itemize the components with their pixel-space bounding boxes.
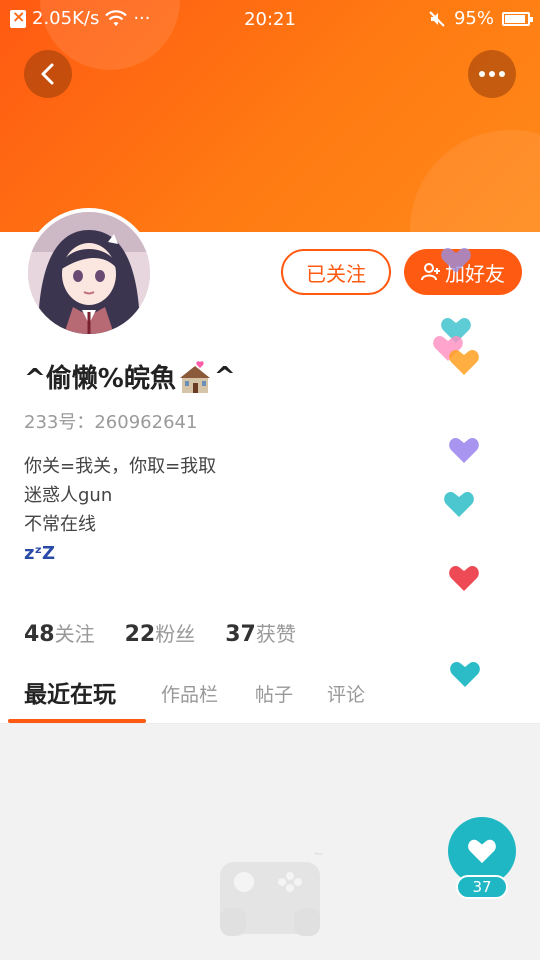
- status-bar: 2.05K/s ··· 20:21 95%: [0, 0, 540, 40]
- sleep-zzz: zᶻZ: [24, 543, 56, 564]
- bio-line: 不常在线: [24, 514, 96, 535]
- avatar-image: [28, 212, 150, 334]
- floating-heart-icon: [449, 566, 479, 591]
- back-button[interactable]: [24, 50, 72, 98]
- heart-icon: [468, 839, 496, 864]
- stat-label: 关注: [54, 622, 95, 646]
- username-text: ^偷懒%皖魚: [24, 364, 176, 394]
- followed-button[interactable]: 已关注: [281, 249, 391, 295]
- floating-heart-icon: [441, 248, 471, 273]
- floating-heart-icon: [444, 492, 474, 517]
- active-tab-indicator: [8, 719, 146, 723]
- tab-works[interactable]: 作品栏: [161, 680, 218, 707]
- floating-heart-icon: [449, 438, 479, 463]
- stat-likes[interactable]: 37获赞: [225, 618, 296, 647]
- battery-percent: 95%: [453, 8, 494, 29]
- like-count-badge: 37: [456, 875, 508, 899]
- username-suffix: ^: [213, 361, 236, 392]
- chevron-left-icon: [41, 63, 54, 85]
- add-user-icon: [421, 263, 440, 281]
- battery-icon: [502, 11, 533, 26]
- user-id: 233号：260962641: [24, 412, 198, 433]
- bio-line: 你关=我关，你取=我取: [24, 456, 217, 477]
- tab-posts[interactable]: 帖子: [255, 680, 293, 707]
- stat-following[interactable]: 48关注: [24, 618, 95, 647]
- stat-followers[interactable]: 22粉丝: [125, 618, 196, 647]
- tab-comments[interactable]: 评论: [327, 680, 365, 707]
- empty-state-gamepad-icon: [220, 852, 322, 936]
- church-emoji-icon: [179, 360, 210, 393]
- more-horizontal-icon: [479, 71, 505, 77]
- mute-icon: [429, 10, 445, 27]
- stat-label: 获赞: [255, 622, 296, 646]
- floating-heart-icon: [449, 350, 479, 375]
- more-button[interactable]: [468, 50, 516, 98]
- stat-label: 粉丝: [155, 622, 196, 646]
- stats-row: 48关注 22粉丝 37获赞: [24, 618, 296, 647]
- floating-heart-icon: [450, 662, 480, 687]
- bio: 你关=我关，你取=我取 迷惑人gun 不常在线 zᶻZ: [24, 452, 216, 568]
- username: ^偷懒%皖魚 ^: [24, 358, 236, 395]
- tab-recently-played[interactable]: 最近在玩: [24, 675, 116, 709]
- stat-value: 37: [225, 622, 256, 647]
- bio-line: 迷惑人gun: [24, 485, 113, 506]
- avatar[interactable]: [24, 208, 154, 338]
- stat-value: 48: [24, 622, 55, 647]
- stat-value: 22: [124, 622, 156, 647]
